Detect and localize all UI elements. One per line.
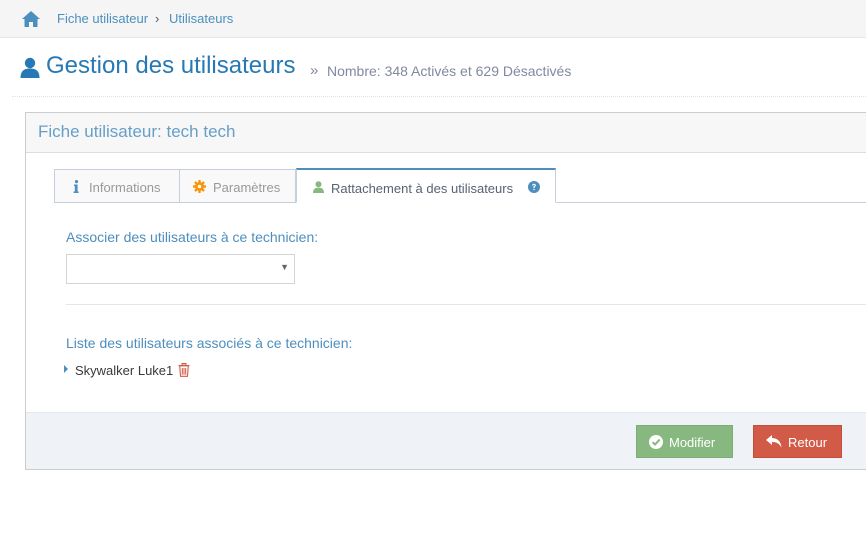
gear-icon	[193, 180, 206, 193]
associated-user-name: Skywalker Luke1	[75, 363, 174, 378]
tab-informations-label: Informations	[89, 180, 161, 195]
tab-parametres-label: Paramètres	[213, 180, 281, 195]
double-angle-right-icon: »	[310, 62, 319, 79]
breadcrumb-utilisateurs[interactable]: Utilisateurs	[169, 11, 233, 26]
retour-button-label: Retour	[788, 435, 828, 450]
tab-informations[interactable]: Informations	[54, 169, 180, 203]
caret-right-icon	[64, 365, 68, 373]
page-header: Gestion des utilisateurs » Nombre: 348 A…	[12, 48, 866, 97]
breadcrumb-separator: ›	[155, 11, 160, 26]
page-subtitle: Nombre: 348 Activés et 629 Désactivés	[327, 63, 572, 79]
info-icon	[73, 180, 79, 193]
breadcrumb-fiche-utilisateur[interactable]: Fiche utilisateur	[57, 11, 148, 26]
trash-icon[interactable]	[178, 363, 190, 377]
associate-users-label: Associer des utilisateurs à ce technicie…	[66, 229, 319, 245]
chevron-down-icon: ▼	[280, 262, 289, 272]
reply-icon	[766, 435, 782, 448]
home-icon[interactable]	[21, 10, 41, 28]
widget-footer: Modifier Retour	[26, 412, 866, 469]
user-form-widget: Fiche utilisateur: tech tech Information…	[25, 112, 866, 470]
widget-header: Fiche utilisateur: tech tech	[26, 113, 866, 153]
tab-parametres[interactable]: Paramètres	[180, 169, 296, 203]
associate-users-select[interactable]: ▼	[66, 254, 295, 284]
breadcrumb: Fiche utilisateur › Utilisateurs	[0, 0, 866, 38]
tab-rattachement[interactable]: Rattachement à des utilisateurs	[296, 168, 556, 203]
associated-users-list-label: Liste des utilisateurs associés à ce tec…	[66, 335, 353, 351]
form-divider	[66, 304, 866, 305]
page-title: Gestion des utilisateurs	[46, 52, 296, 79]
widget-title: Fiche utilisateur: tech tech	[38, 122, 236, 141]
modifier-button[interactable]: Modifier	[636, 425, 733, 458]
retour-button[interactable]: Retour	[753, 425, 842, 458]
user-icon	[20, 57, 40, 78]
user-icon	[313, 181, 324, 193]
question-circle-icon[interactable]	[528, 181, 540, 193]
check-circle-icon	[649, 435, 663, 449]
modifier-button-label: Modifier	[669, 435, 716, 450]
tab-rattachement-label: Rattachement à des utilisateurs	[331, 181, 514, 196]
